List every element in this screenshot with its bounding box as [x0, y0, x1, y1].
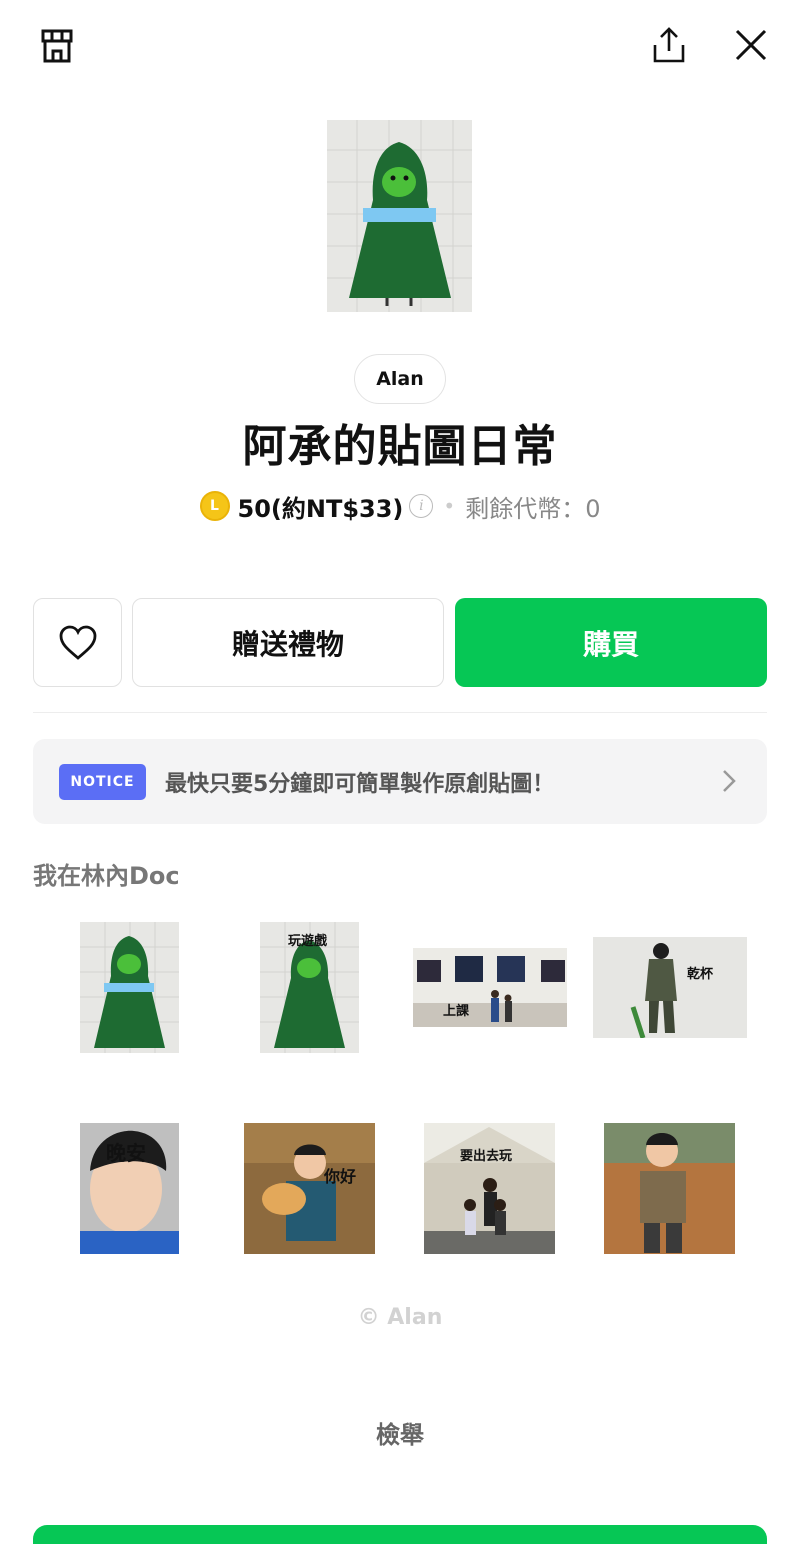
- chevron-right-icon: [723, 770, 736, 792]
- report-link[interactable]: 檢舉: [0, 1415, 800, 1450]
- gift-button[interactable]: 贈送禮物: [132, 598, 444, 687]
- sticker-item[interactable]: 你好: [244, 1123, 375, 1254]
- heart-icon: [59, 625, 96, 660]
- price-row: L 50(約NT$33) i • 剩餘代幣：0: [0, 486, 800, 526]
- sticker-item[interactable]: 玩遊戲: [260, 922, 359, 1053]
- price-value: 50(約NT$33): [237, 494, 404, 523]
- sticker-caption: 玩遊戲: [288, 934, 328, 949]
- sticker-item[interactable]: [80, 922, 179, 1053]
- notice-badge: NOTICE: [59, 763, 146, 800]
- close-icon[interactable]: [728, 22, 774, 68]
- sticker-caption: 你好: [324, 1167, 357, 1186]
- copyright-text: © Alan: [357, 1305, 443, 1330]
- sticker-caption: 要出去玩: [460, 1149, 513, 1164]
- sticker-title: 阿承的貼圖日常: [242, 421, 558, 472]
- sticker-item[interactable]: 晚安: [80, 1123, 179, 1254]
- separator-dot: •: [443, 494, 456, 518]
- main-sticker-image: [327, 120, 472, 312]
- sticker-item[interactable]: 乾杯: [593, 937, 747, 1038]
- coin-icon: L: [199, 491, 230, 521]
- notice-banner[interactable]: NOTICE 最快只要5分鐘即可簡單製作原創貼圖！: [33, 739, 767, 824]
- share-icon[interactable]: [646, 22, 692, 68]
- info-icon[interactable]: i: [409, 494, 434, 518]
- sticker-caption: 晚安: [106, 1141, 146, 1165]
- top-bar: [0, 0, 800, 90]
- divider: [33, 712, 767, 713]
- sticker-item[interactable]: [604, 1123, 735, 1254]
- sticker-item[interactable]: 上課: [413, 948, 567, 1027]
- bottom-promo-banner[interactable]: [33, 1525, 767, 1544]
- sticker-caption: 乾杯: [687, 967, 714, 982]
- author-pill[interactable]: Alan: [354, 354, 446, 404]
- sticker-caption: 上課: [443, 1004, 470, 1019]
- sticker-section-label: 我在林內Doc: [33, 862, 180, 890]
- buy-button[interactable]: 購買: [455, 598, 767, 687]
- shop-icon[interactable]: [34, 22, 80, 68]
- remaining-coins: 剩餘代幣：0: [465, 494, 601, 523]
- notice-text: 最快只要5分鐘即可簡單製作原創貼圖！: [165, 771, 555, 797]
- favorite-button[interactable]: [33, 598, 122, 687]
- sticker-item[interactable]: 要出去玩: [424, 1123, 555, 1254]
